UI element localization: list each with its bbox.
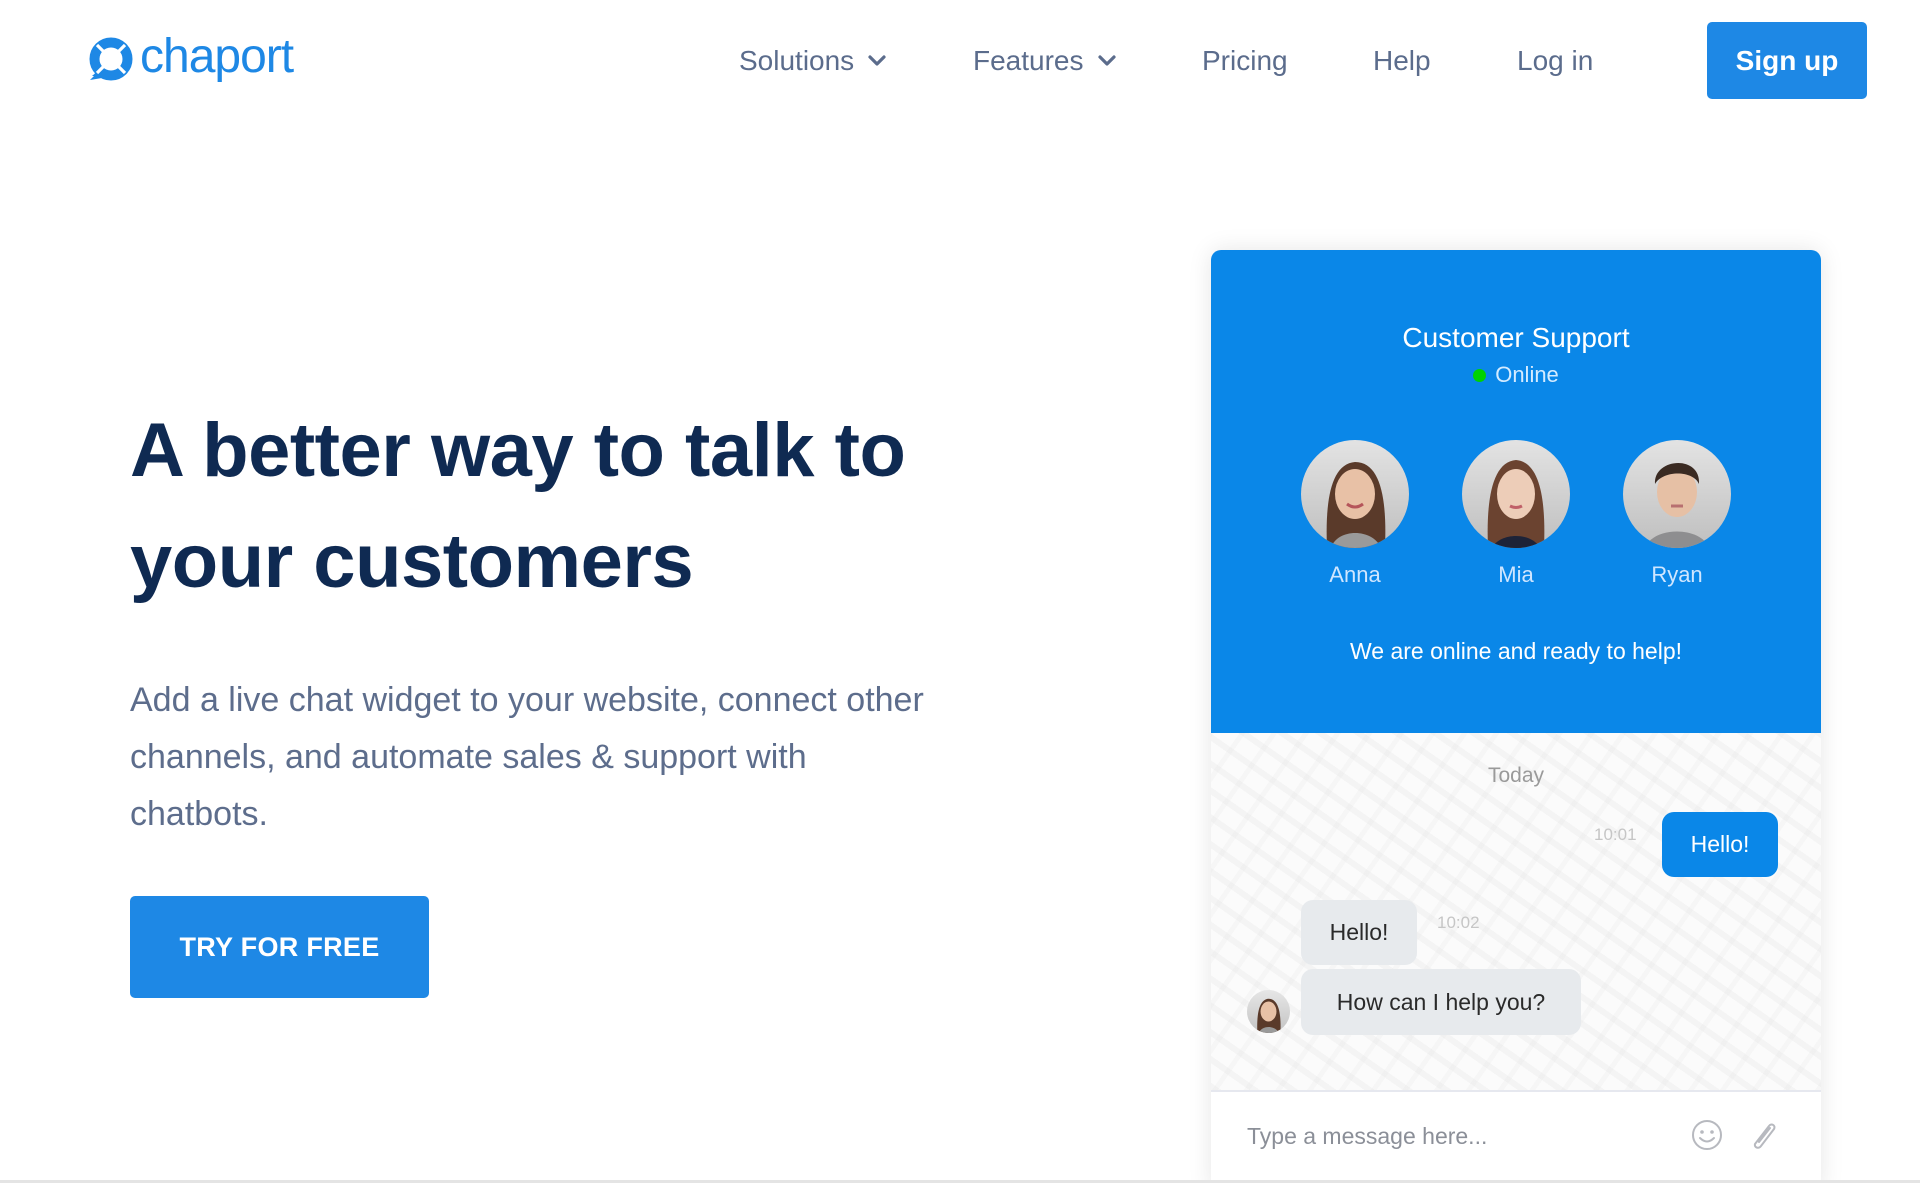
chaport-logo-icon [89,37,133,81]
avatar [1301,440,1409,548]
chat-tagline: We are online and ready to help! [1349,638,1683,664]
signup-button[interactable]: Sign up [1707,22,1867,99]
avatar [1623,440,1731,548]
message-bubble-incoming: Hello! [1301,900,1417,965]
agent-ryan: Ryan [1617,440,1737,588]
chat-messages: Today 10:01 Hello! Hello! 10:02 How can … [1211,733,1821,1090]
online-status-dot-icon [1473,368,1487,382]
chat-input-area [1211,1090,1821,1183]
hero-title: A better way to talk to your customers [130,408,906,604]
nav-features[interactable]: Features [973,40,1118,82]
chat-status-label: Online [1495,362,1559,387]
smiley-icon[interactable] [1690,1118,1724,1152]
try-for-free-button[interactable]: TRY FOR FREE [130,896,429,998]
chaport-logo[interactable]: chaport [88,30,294,84]
agent-anna: Anna [1295,440,1415,588]
nav-solutions-label: Solutions [739,45,855,76]
nav-solutions[interactable]: Solutions [739,40,888,82]
agent-photo-icon [1326,462,1386,548]
nav-help[interactable]: Help [1373,40,1431,82]
nav-login[interactable]: Log in [1517,40,1593,82]
agent-photo-icon [1645,462,1709,548]
chat-header: Customer Support Online Anna Mia Ryan We… [1211,250,1821,733]
message-bubble-outgoing: Hello! [1662,812,1778,877]
day-separator: Today [1487,764,1545,787]
message-time: 10:02 [1437,913,1480,932]
agent-name: Anna [1329,562,1381,587]
chevron-down-icon [868,55,886,66]
nav-features-label: Features [973,45,1084,76]
agent-photo-icon [1487,460,1545,548]
chat-title: Customer Support [1402,322,1630,353]
agent-name: Mia [1498,562,1534,587]
message-time: 10:01 [1594,825,1637,844]
agent-mia: Mia [1456,440,1576,588]
message-input[interactable] [1247,1114,1677,1158]
agent-avatar-small [1247,990,1290,1033]
chat-widget: Customer Support Online Anna Mia Ryan We… [1211,250,1821,1183]
nav-pricing[interactable]: Pricing [1202,40,1288,82]
hero-subtitle: Add a live chat widget to your website, … [130,681,924,833]
agent-name: Ryan [1651,562,1703,587]
paperclip-icon[interactable] [1745,1118,1779,1152]
chat-status: Online [1211,362,1821,388]
agent-photo-icon [1257,998,1281,1033]
brand-name: chaport [140,30,294,83]
message-bubble-incoming: How can I help you? [1301,969,1581,1035]
avatar [1462,440,1570,548]
chevron-down-icon [1097,55,1116,66]
